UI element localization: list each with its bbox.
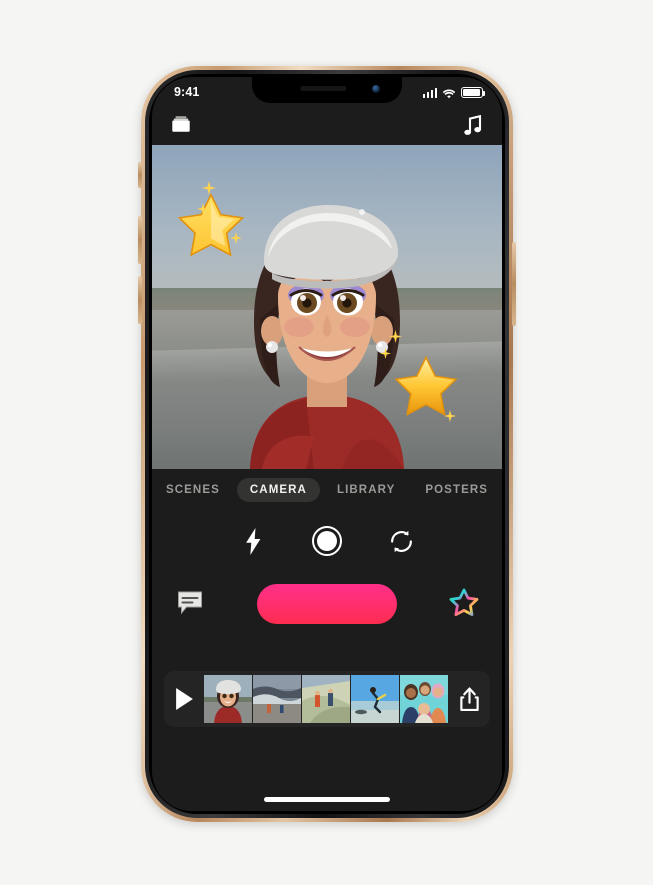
iphone-device: 9:41 SCENES CAMERA LIBRARY POSTERS: [138, 66, 516, 822]
mode-tab-bar: SCENES CAMERA LIBRARY POSTERS: [152, 469, 502, 511]
projects-folder-icon[interactable]: [170, 113, 192, 135]
volume-down-button[interactable]: [138, 276, 142, 324]
earpiece-speaker: [300, 86, 347, 91]
camera-flip-icon[interactable]: [386, 526, 416, 556]
tab-library[interactable]: LIBRARY: [324, 478, 408, 502]
share-icon[interactable]: [448, 686, 490, 712]
app-nav-bar: [152, 107, 502, 145]
clip-friends-group[interactable]: [400, 675, 449, 723]
play-icon[interactable]: [164, 688, 204, 710]
power-button[interactable]: [512, 242, 516, 326]
record-row: [152, 569, 502, 639]
notch: [252, 77, 402, 103]
clip-memoji-selfie[interactable]: [204, 675, 253, 723]
flash-icon[interactable]: [238, 526, 268, 556]
volume-up-button[interactable]: [138, 216, 142, 264]
star-sticker-top-left: [177, 192, 245, 257]
battery-full-icon: [461, 87, 486, 98]
tab-camera[interactable]: CAMERA: [236, 478, 320, 502]
sparkle-icon: [380, 348, 391, 359]
clip-beach-waves[interactable]: [253, 675, 302, 723]
camera-controls-row: [152, 513, 502, 569]
front-camera: [372, 85, 380, 93]
sparkle-icon: [197, 203, 209, 215]
status-indicators: [422, 86, 486, 99]
sparkle-icon: [230, 232, 242, 244]
sparkle-icon: [444, 410, 456, 422]
clip-dune-tent[interactable]: [302, 675, 351, 723]
tab-scenes[interactable]: SCENES: [153, 478, 233, 502]
camera-preview[interactable]: [152, 145, 502, 469]
text-bubble-icon[interactable]: [176, 590, 204, 616]
sparkle-icon: [389, 330, 402, 343]
music-note-icon[interactable]: [462, 112, 484, 136]
rainbow-star-icon[interactable]: [448, 587, 480, 619]
clip-beach-jump[interactable]: [351, 675, 400, 723]
shutter-effects-icon[interactable]: [312, 526, 342, 556]
tab-posters[interactable]: POSTERS: [412, 478, 501, 502]
device-screen: 9:41 SCENES CAMERA LIBRARY POSTERS: [152, 77, 502, 811]
clip-thumbnails: [204, 675, 449, 723]
home-indicator[interactable]: [264, 797, 390, 802]
silent-switch[interactable]: [138, 162, 142, 188]
record-button[interactable]: [257, 584, 397, 624]
cellular-bars-icon: [422, 88, 437, 98]
wifi-icon: [442, 88, 456, 99]
sparkle-icon: [202, 181, 216, 195]
status-time: 9:41: [174, 85, 200, 99]
filmstrip: [164, 671, 490, 727]
